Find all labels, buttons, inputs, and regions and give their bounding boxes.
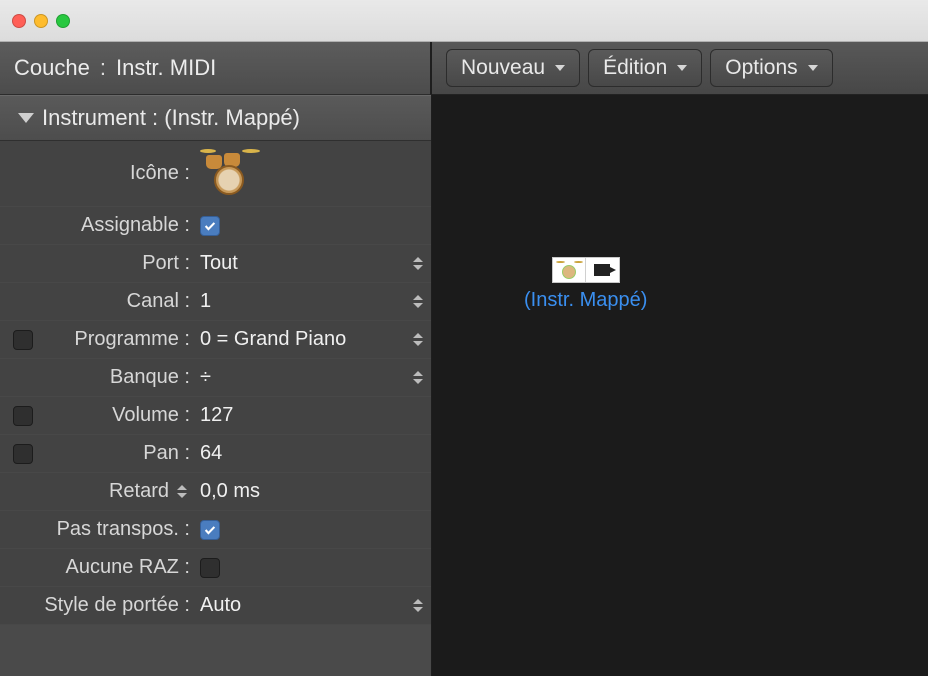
zoom-icon[interactable] bbox=[56, 14, 70, 28]
delay-label: Retard bbox=[109, 480, 169, 503]
param-row-port: Port : Tout bbox=[0, 245, 431, 283]
port-stepper[interactable] bbox=[413, 254, 426, 274]
environment-canvas[interactable]: Nouveau Édition Options bbox=[432, 42, 928, 676]
menu-new[interactable]: Nouveau bbox=[446, 49, 580, 87]
pan-label: Pan : bbox=[45, 442, 200, 465]
bank-value[interactable]: ÷ bbox=[200, 366, 407, 389]
noreset-label: Aucune RAZ : bbox=[0, 556, 200, 579]
chevron-down-icon bbox=[555, 65, 565, 71]
env-object-caption: (Instr. Mappé) bbox=[524, 289, 647, 312]
midi-out-icon bbox=[594, 264, 610, 276]
separator: : bbox=[100, 55, 106, 81]
layer-selector[interactable]: Couche : Instr. MIDI bbox=[0, 42, 431, 95]
close-icon[interactable] bbox=[12, 14, 26, 28]
program-label: Programme : bbox=[45, 328, 200, 351]
channel-value[interactable]: 1 bbox=[200, 290, 407, 313]
window-titlebar bbox=[0, 0, 928, 42]
drumkit-icon[interactable] bbox=[200, 151, 260, 197]
param-row-pan: Pan : 64 bbox=[0, 435, 431, 473]
staffstyle-label: Style de portée : bbox=[0, 594, 200, 617]
delay-value[interactable]: 0,0 ms bbox=[200, 480, 407, 503]
staffstyle-value[interactable]: Auto bbox=[200, 594, 407, 617]
port-value[interactable]: Tout bbox=[200, 252, 407, 275]
param-row-bank: Banque : ÷ bbox=[0, 359, 431, 397]
volume-enable-checkbox[interactable] bbox=[13, 406, 33, 426]
chevron-down-icon bbox=[677, 65, 687, 71]
notranspose-checkbox[interactable] bbox=[200, 520, 220, 540]
instrument-section-header[interactable]: Instrument : (Instr. Mappé) bbox=[0, 95, 431, 141]
param-row-assignable: Assignable : bbox=[0, 207, 431, 245]
inspector-panel: Couche : Instr. MIDI Instrument : (Instr… bbox=[0, 42, 432, 676]
program-stepper[interactable] bbox=[413, 330, 426, 350]
menu-new-label: Nouveau bbox=[461, 56, 545, 80]
program-value[interactable]: 0 = Grand Piano bbox=[200, 328, 407, 351]
chevron-down-icon bbox=[808, 65, 818, 71]
noreset-checkbox[interactable] bbox=[200, 558, 220, 578]
assignable-checkbox[interactable] bbox=[200, 216, 220, 236]
pan-value[interactable]: 64 bbox=[200, 442, 407, 465]
channel-label: Canal : bbox=[0, 290, 200, 313]
section-title: Instrument : (Instr. Mappé) bbox=[42, 105, 300, 131]
env-object-mapped-instrument[interactable]: (Instr. Mappé) bbox=[524, 257, 647, 312]
menu-options[interactable]: Options bbox=[710, 49, 832, 87]
volume-value[interactable]: 127 bbox=[200, 404, 407, 427]
bank-stepper[interactable] bbox=[413, 368, 426, 388]
param-row-icon: Icône : bbox=[0, 141, 431, 207]
icon-label: Icône : bbox=[0, 162, 200, 185]
param-row-delay: Retard 0,0 ms bbox=[0, 473, 431, 511]
canvas-toolbar: Nouveau Édition Options bbox=[432, 42, 928, 95]
port-label: Port : bbox=[0, 252, 200, 275]
layer-label: Couche bbox=[14, 55, 90, 81]
drumkit-icon bbox=[556, 261, 582, 279]
menu-edit-label: Édition bbox=[603, 56, 667, 80]
bank-label: Banque : bbox=[0, 366, 200, 389]
menu-options-label: Options bbox=[725, 56, 797, 80]
staffstyle-stepper[interactable] bbox=[413, 596, 426, 616]
param-row-noreset: Aucune RAZ : bbox=[0, 549, 431, 587]
param-row-notranspose: Pas transpos. : bbox=[0, 511, 431, 549]
minimize-icon[interactable] bbox=[34, 14, 48, 28]
menu-edit[interactable]: Édition bbox=[588, 49, 702, 87]
param-row-volume: Volume : 127 bbox=[0, 397, 431, 435]
param-row-staffstyle: Style de portée : Auto bbox=[0, 587, 431, 625]
param-row-channel: Canal : 1 bbox=[0, 283, 431, 321]
program-enable-checkbox[interactable] bbox=[13, 330, 33, 350]
pan-enable-checkbox[interactable] bbox=[13, 444, 33, 464]
layer-value: Instr. MIDI bbox=[116, 55, 216, 81]
channel-stepper[interactable] bbox=[413, 292, 426, 312]
delay-mode-stepper[interactable] bbox=[177, 482, 190, 502]
assignable-label: Assignable : bbox=[0, 214, 200, 237]
notranspose-label: Pas transpos. : bbox=[0, 518, 200, 541]
disclosure-triangle-icon[interactable] bbox=[18, 113, 34, 123]
param-row-program: Programme : 0 = Grand Piano bbox=[0, 321, 431, 359]
volume-label: Volume : bbox=[45, 404, 200, 427]
